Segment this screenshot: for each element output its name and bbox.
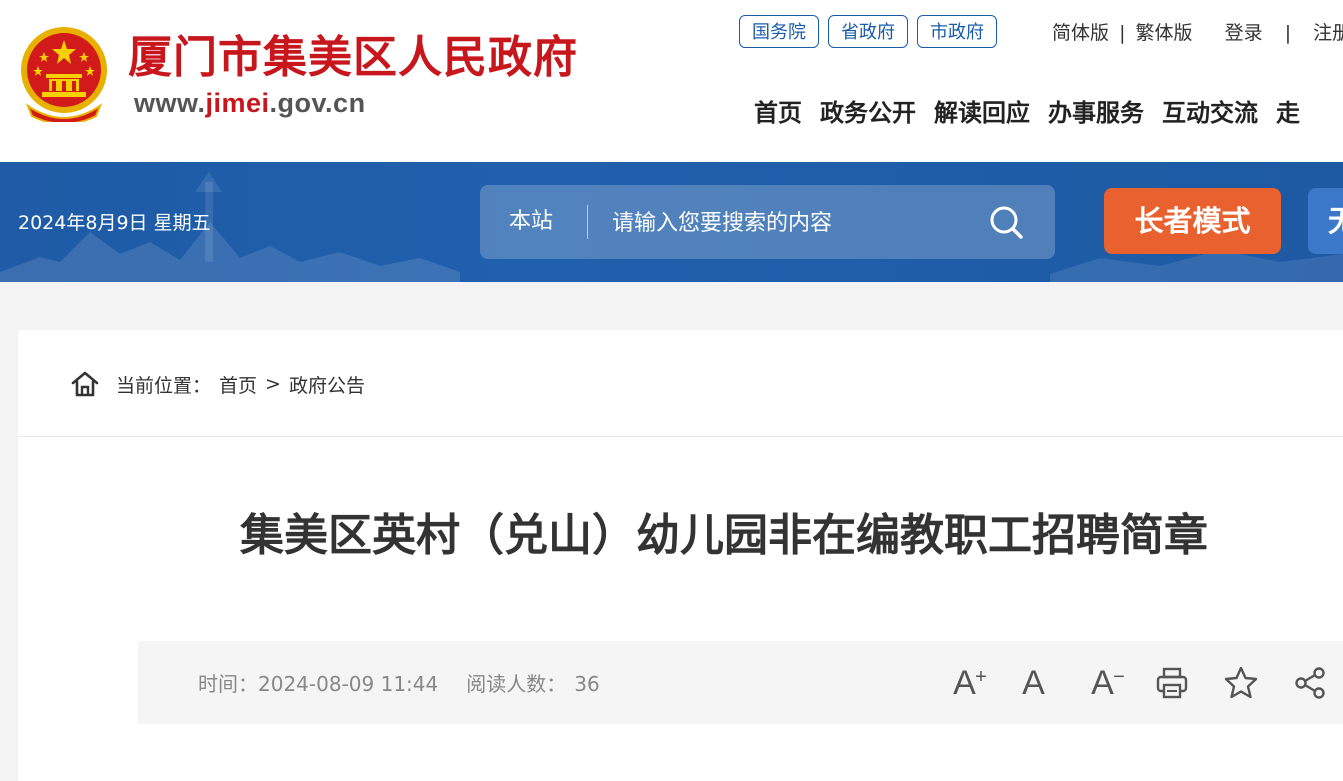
breadcrumb-home[interactable]: 首页 [219,371,257,398]
breadcrumb-label: 当前位置： [116,374,212,397]
article-tools: A + A A − [930,663,1343,703]
breadcrumb-separator: > [265,373,281,395]
home-icon[interactable] [70,370,100,398]
font-normal-button[interactable]: A [999,663,1068,703]
auth-separator: | [1284,22,1292,44]
font-increase-letter: A [953,664,976,702]
site-url[interactable]: www.jimei.gov.cn [134,88,366,119]
article-meta: 时间：2024-08-09 11:44 阅读人数： 36 [198,671,600,697]
accessibility-button[interactable]: 无 [1308,188,1343,254]
site-url-highlight: jimei [205,88,270,118]
favorite-button[interactable] [1206,663,1275,703]
gov-link-state-council[interactable]: 国务院 [739,15,819,48]
search-scope-select[interactable]: 本站 [509,207,553,237]
font-normal-icon: A [1022,664,1045,702]
nav-more[interactable]: 走 [1276,92,1300,134]
top-utility-links: 简体版 | 繁体版 登录 | 注册 [1052,18,1343,48]
publish-time-label: 时间： [198,672,258,696]
font-decrease-letter: A [1091,664,1114,702]
article-container: 当前位置： 首页 > 政府公告 集美区英村（兑山）幼儿园非在编教职工招聘简章 时… [18,330,1343,781]
breadcrumb: 当前位置： 首页 > 政府公告 [70,370,365,398]
font-increase-icon: A + [953,663,987,703]
search-banner: 2024年8月9日 星期五 本站 长者模式 无 [0,162,1343,282]
print-button[interactable] [1137,663,1206,703]
nav-services[interactable]: 办事服务 [1048,92,1144,134]
breadcrumb-current[interactable]: 政府公告 [289,371,365,398]
article-meta-bar: 时间：2024-08-09 11:44 阅读人数： 36 A + A A − [138,641,1343,724]
font-decrease-button[interactable]: A − [1068,663,1137,703]
divider [18,436,1343,437]
font-decrease-icon: A − [1091,663,1125,703]
gov-link-province[interactable]: 省政府 [828,15,908,48]
gov-link-city[interactable]: 市政府 [917,15,997,48]
font-increase-mark: + [975,666,987,688]
nav-home[interactable]: 首页 [754,92,802,134]
gov-links: 国务院 省政府 市政府 [739,15,997,48]
read-count-label: 阅读人数： [466,672,567,696]
lang-separator: | [1119,22,1126,44]
nav-interpretation[interactable]: 解读回应 [934,92,1030,134]
share-button[interactable] [1275,663,1343,703]
font-decrease-mark: − [1113,666,1125,688]
search-icon[interactable] [986,202,1026,242]
nav-gov-affairs[interactable]: 政务公开 [820,92,916,134]
site-name[interactable]: 厦门市集美区人民政府 [128,28,578,88]
main-nav: 首页 政务公开 解读回应 办事服务 互动交流 走 [754,92,1300,134]
site-url-prefix: www. [134,88,206,118]
search-input[interactable] [610,203,954,243]
font-increase-button[interactable]: A + [930,663,999,703]
print-icon [1156,667,1187,699]
current-date: 2024年8月9日 星期五 [18,212,211,234]
star-icon [1224,666,1257,699]
search-divider [587,205,588,239]
national-emblem-icon [21,27,107,122]
article-title: 集美区英村（兑山）幼儿园非在编教职工招聘简章 [240,510,1208,561]
site-url-suffix: .gov.cn [269,88,366,118]
simplified-chinese-link[interactable]: 简体版 [1052,18,1109,48]
elder-mode-button[interactable]: 长者模式 [1104,188,1281,254]
publish-time: 2024-08-09 11:44 [258,672,439,696]
site-header: 厦门市集美区人民政府 www.jimei.gov.cn 国务院 省政府 市政府 … [0,0,1343,162]
traditional-chinese-link[interactable]: 繁体版 [1136,18,1193,48]
read-count: 36 [574,672,600,696]
register-link[interactable]: 注册 [1313,18,1343,48]
nav-interaction[interactable]: 互动交流 [1162,92,1258,134]
login-link[interactable]: 登录 [1225,18,1263,48]
share-icon [1294,667,1325,699]
search-box: 本站 [480,185,1055,259]
